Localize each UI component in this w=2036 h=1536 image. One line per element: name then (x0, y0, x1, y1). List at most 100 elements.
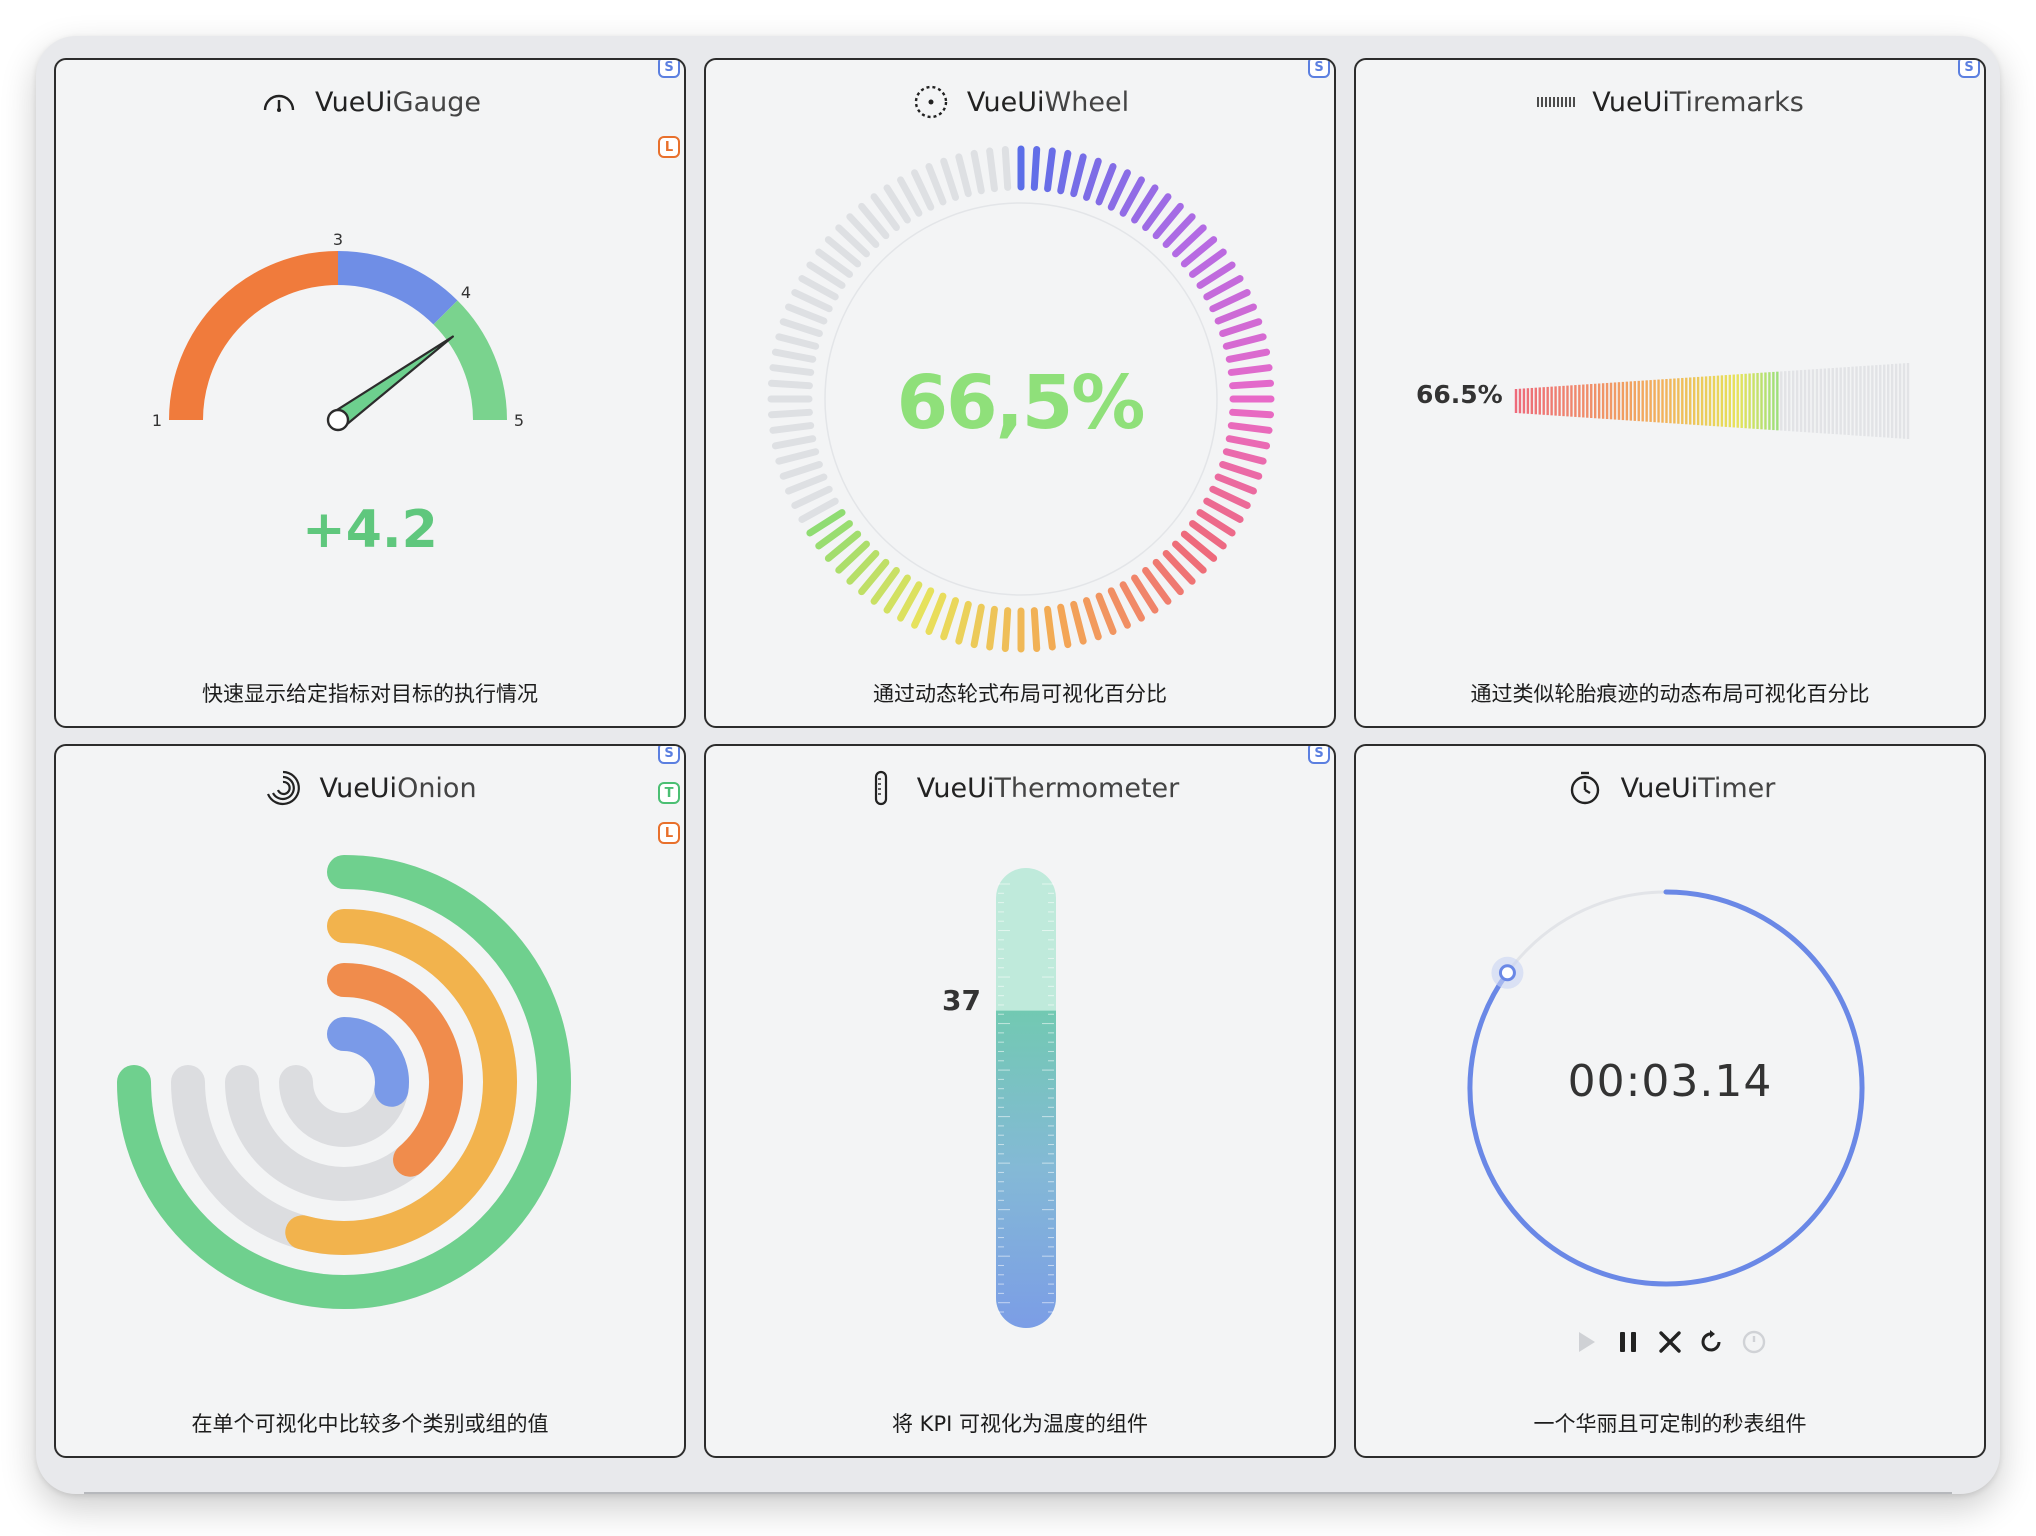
card-title[interactable]: VueUiOnion (319, 773, 476, 804)
wheel-tick (1044, 147, 1056, 193)
card-description: 通过类似轮胎痕迹的动态布局可视化百分比 (1470, 682, 1870, 706)
gauge-needle (331, 335, 454, 429)
wheel-tick (911, 169, 935, 211)
gauge-tick-label: 3 (333, 230, 343, 249)
wheel-tick (1219, 461, 1263, 480)
stop-icon[interactable] (1656, 1328, 1684, 1356)
card-description: 在单个可视化中比较多个类别或组的值 (191, 1412, 549, 1436)
gauge-segment-1 (337, 251, 458, 325)
card-description: 快速显示给定指标对目标的执行情况 (202, 682, 538, 706)
card-title[interactable]: VueUiWheel (967, 87, 1129, 118)
card-title[interactable]: VueUiTimer (1621, 773, 1776, 804)
card-vueui-onion[interactable]: VueUiOnion S T L 在单个可视化中比较多个类别或组的值 (54, 744, 686, 1458)
gauge-tick-label: 4 (461, 283, 471, 302)
card-vueui-timer[interactable]: VueUiTimer 00:03.14 一个华丽且可定制的秒表组件 (1354, 744, 1986, 1458)
wheel-tick (986, 605, 998, 651)
wheel-tick (940, 157, 959, 201)
wheel-tick (1001, 607, 1012, 653)
wheel-tick (955, 600, 972, 645)
card-header: VueUiTiremarks (1356, 74, 1984, 130)
wheel-tick (986, 147, 998, 193)
wheel-value: 66,5% (896, 360, 1146, 446)
wheel-tick (1044, 605, 1056, 651)
gauge-segment-2 (433, 300, 507, 421)
gauge-tick-label: 5 (514, 411, 524, 430)
thermometer-fill (996, 1010, 1056, 1328)
card-title[interactable]: VueUiGauge (315, 87, 481, 118)
wheel-tick (940, 597, 959, 641)
wheel-tick (1030, 607, 1041, 653)
card-description: 将 KPI 可视化为温度的组件 (892, 1412, 1148, 1436)
lap-icon[interactable] (1740, 1328, 1768, 1356)
wheel-tick (925, 592, 947, 635)
badge-l: L (658, 136, 680, 158)
wheel-tick (1057, 149, 1072, 195)
card-vueui-wheel[interactable]: VueUiWheel S 66,5% 通过动态轮式布局可视化百分比 (704, 58, 1336, 728)
badge-t: T (658, 782, 680, 804)
wheel-tick (970, 603, 985, 649)
card-vueui-thermometer[interactable]: VueUiThermometer S 37 将 KPI 可视化为温度的组件 (704, 744, 1336, 1458)
card-header: VueUiOnion (56, 760, 684, 816)
wheel-tick (1209, 485, 1251, 509)
thermometer-icon (861, 768, 901, 808)
wheel-tick (1107, 587, 1131, 629)
card-vueui-gauge[interactable]: VueUiGauge S L 1 3 4 5 +4.2 快速显示给定指标对目标的执行情… (54, 58, 686, 728)
badge-s: S (1308, 60, 1330, 78)
badge-s: S (658, 60, 680, 78)
badge-s: S (1958, 60, 1980, 78)
onion-chart (117, 855, 571, 1309)
wheel-tick (925, 163, 947, 206)
wheel-tick (955, 153, 972, 198)
wheel-tick (779, 461, 823, 480)
stopwatch-icon (1565, 768, 1605, 808)
wheel-tick (775, 448, 820, 465)
wheel-tick (1222, 333, 1267, 350)
wheel-tick (1095, 592, 1117, 635)
tiremarks-chart (1514, 363, 1910, 439)
wheel-tick (1030, 145, 1041, 191)
card-vueui-tiremarks[interactable]: VueUiTiremarks S 66.5% 通过类似轮胎痕迹的动态布局可视化百… (1354, 58, 1986, 728)
thermometer-chart (996, 868, 1056, 1328)
card-header: VueUiTimer (1356, 760, 1984, 816)
gauge-tick-label: 1 (152, 411, 162, 430)
gauge-chart: 1 3 4 5 (152, 230, 524, 432)
wheel-tick (911, 587, 935, 629)
wheel-tick (1070, 153, 1087, 198)
wheel-tick (1107, 169, 1131, 211)
card-title[interactable]: VueUiTiremarks (1592, 87, 1804, 118)
card-title[interactable]: VueUiThermometer (917, 773, 1180, 804)
card-header: VueUiGauge (56, 74, 684, 130)
timer-display: 00:03.14 (1567, 1056, 1773, 1107)
wheel-tick (791, 485, 833, 509)
wheel-tick (785, 473, 828, 495)
frame-divider (84, 1492, 1952, 1494)
wheel-tick (1070, 600, 1087, 645)
onion-icon (263, 768, 303, 808)
badge-s: S (658, 746, 680, 764)
badge-s: S (1308, 746, 1330, 764)
wheel-tick (1214, 473, 1257, 495)
wheel-tick (791, 289, 833, 313)
wheel-tick (785, 303, 828, 325)
wheel-tick (1214, 303, 1257, 325)
gauge-icon (259, 82, 299, 122)
timer-controls (1572, 1328, 1768, 1356)
wheel-tick (779, 318, 823, 337)
wheel-tick (775, 333, 820, 350)
wheel-icon (911, 82, 951, 122)
timer-marker (1498, 964, 1516, 982)
card-header: VueUiWheel (706, 74, 1334, 130)
wheel-tick (771, 348, 817, 363)
tiremarks-value: 66.5% (1416, 380, 1503, 409)
restart-icon[interactable] (1698, 1328, 1726, 1356)
thermometer-value: 37 (942, 984, 981, 1017)
onion-ring-3 (327, 1017, 409, 1107)
card-description: 通过动态轮式布局可视化百分比 (873, 682, 1167, 706)
play-icon[interactable] (1572, 1328, 1600, 1356)
wheel-tick (1083, 157, 1102, 201)
gauge-value: +4.2 (302, 500, 438, 560)
pause-icon[interactable] (1614, 1328, 1642, 1356)
gauge-segment-0 (169, 251, 339, 421)
wheel-tick (1225, 348, 1271, 363)
wheel-tick (1001, 145, 1012, 191)
